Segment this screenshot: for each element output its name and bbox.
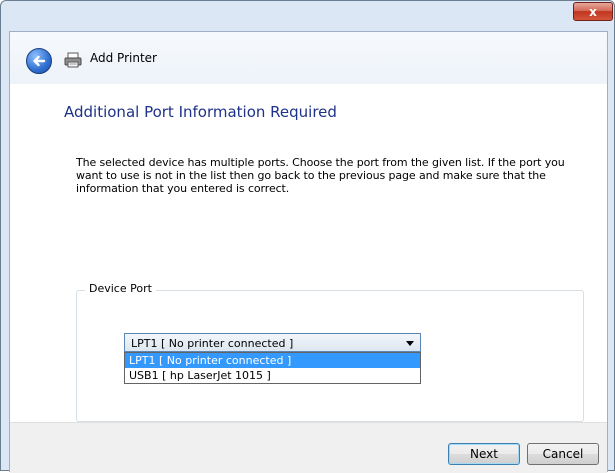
device-port-group-label: Device Port bbox=[85, 282, 156, 295]
device-port-options-list: LPT1 [ No printer connected ] USB1 [ hp … bbox=[124, 352, 421, 384]
device-port-option-lpt1[interactable]: LPT1 [ No printer connected ] bbox=[125, 353, 420, 368]
device-port-option-usb1[interactable]: USB1 [ hp LaserJet 1015 ] bbox=[125, 368, 420, 383]
add-printer-window: x Add Printer Additional Port Informatio… bbox=[0, 0, 615, 473]
device-port-dropdown[interactable]: LPT1 [ No printer connected ] bbox=[124, 333, 421, 352]
cancel-button[interactable]: Cancel bbox=[527, 443, 599, 465]
back-button[interactable] bbox=[26, 48, 52, 74]
wizard-header: Add Printer bbox=[10, 32, 607, 84]
close-button[interactable]: x bbox=[573, 2, 613, 21]
instructions-text: The selected device has multiple ports. … bbox=[76, 156, 565, 195]
window-title: Add Printer bbox=[90, 51, 157, 65]
close-icon: x bbox=[589, 4, 597, 19]
back-arrow-icon bbox=[33, 55, 46, 67]
wizard-client-area: Add Printer Additional Port Information … bbox=[9, 31, 608, 473]
page-heading: Additional Port Information Required bbox=[64, 103, 337, 121]
device-port-selected-value: LPT1 [ No printer connected ] bbox=[131, 337, 294, 350]
printer-icon bbox=[64, 52, 82, 68]
chevron-down-icon bbox=[406, 341, 414, 346]
next-button[interactable]: Next bbox=[448, 443, 520, 465]
wizard-footer: Next Cancel bbox=[10, 422, 607, 473]
